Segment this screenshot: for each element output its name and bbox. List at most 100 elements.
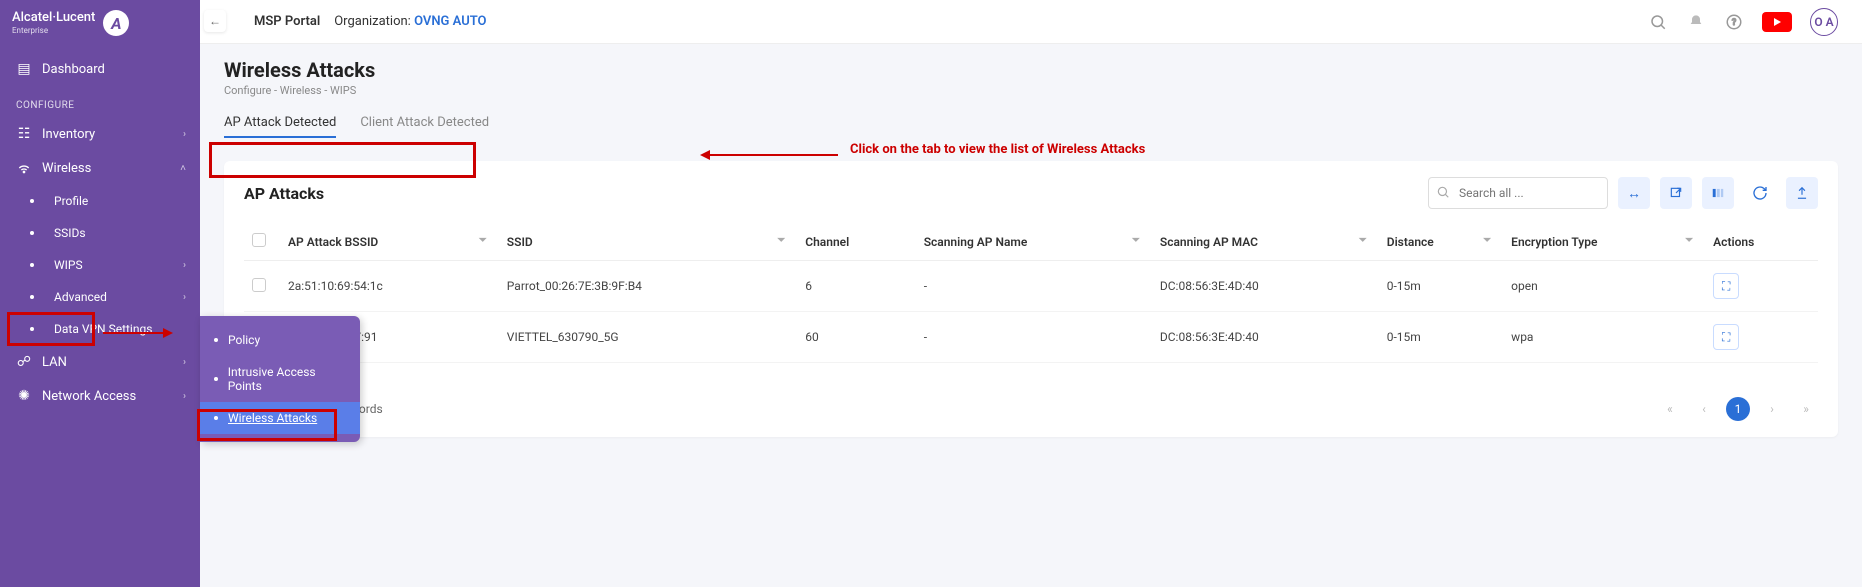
tab-client-attack-detected[interactable]: Client Attack Detected: [360, 109, 489, 138]
cell-channel: 6: [797, 261, 915, 312]
chevron-right-icon: ›: [183, 129, 186, 140]
tab-ap-attack-detected[interactable]: AP Attack Detected: [224, 109, 336, 138]
annotation-text: Click on the tab to view the list of Wir…: [850, 142, 1145, 159]
dashboard-icon: ▤: [16, 61, 32, 77]
card-ap-attacks: AP Attacks ↔: [224, 161, 1838, 437]
bullet-icon: [30, 199, 34, 203]
cell-enc: wpa: [1503, 312, 1705, 363]
chevron-right-icon: ›: [183, 391, 186, 402]
sidebar-item-profile[interactable]: Profile: [0, 185, 200, 217]
nav: ▤ Dashboard CONFIGURE ☷ Inventory › Wire…: [0, 46, 200, 419]
pager-first[interactable]: «: [1658, 397, 1682, 421]
cell-channel: 60: [797, 312, 915, 363]
chevron-right-icon: ›: [183, 357, 186, 368]
row-action-expand[interactable]: ⛶: [1713, 324, 1739, 350]
flyout-item-intrusive-ap[interactable]: Intrusive Access Points: [200, 356, 360, 402]
filter-icon[interactable]: ⏷: [1359, 235, 1367, 246]
filter-icon[interactable]: ⏷: [777, 235, 785, 246]
sidebar: Alcatel·Lucent Enterprise A ▤ Dashboard …: [0, 0, 200, 587]
pager-prev[interactable]: ‹: [1692, 397, 1716, 421]
org-name[interactable]: OVNG AUTO: [414, 14, 486, 29]
col-header: Scanning AP Name: [924, 235, 1028, 249]
cell-ap-name: -: [916, 261, 1152, 312]
search-icon[interactable]: [1648, 12, 1668, 32]
sidebar-item-inventory[interactable]: ☷ Inventory ›: [0, 117, 200, 151]
col-header: Scanning AP MAC: [1160, 235, 1258, 249]
card-title: AP Attacks: [244, 184, 324, 203]
chevron-right-icon: ›: [183, 260, 186, 271]
sidebar-item-lan[interactable]: ☍ LAN ›: [0, 345, 200, 379]
pager-next[interactable]: ›: [1760, 397, 1784, 421]
youtube-icon[interactable]: [1762, 12, 1792, 32]
bullet-icon: [214, 416, 218, 420]
cell-enc: open: [1503, 261, 1705, 312]
filter-icon[interactable]: ⏷: [1483, 235, 1491, 246]
select-all-checkbox[interactable]: [252, 233, 266, 247]
filter-icon[interactable]: ⏷: [1685, 235, 1693, 246]
tabs: AP Attack Detected Client Attack Detecte…: [224, 109, 1838, 139]
bullet-icon: [30, 327, 34, 331]
flyout-item-wireless-attacks[interactable]: Wireless Attacks: [200, 402, 360, 434]
sidebar-collapse-button[interactable]: ←: [204, 10, 226, 32]
table-row: 2a:51:10:69:54:1c Parrot_00:26:7E:3B:9F:…: [244, 261, 1818, 312]
pager-current[interactable]: 1: [1726, 397, 1750, 421]
sidebar-item-label: Dashboard: [42, 62, 105, 77]
refresh-button[interactable]: [1744, 177, 1776, 209]
page-title: Wireless Attacks: [224, 58, 1838, 82]
export-button[interactable]: [1660, 177, 1692, 209]
sidebar-item-wireless[interactable]: Wireless ˄: [0, 151, 200, 185]
sidebar-item-label: Wireless: [42, 161, 91, 176]
bullet-icon: [30, 263, 34, 267]
sidebar-item-label: LAN: [42, 355, 67, 370]
section-heading-configure: CONFIGURE: [0, 86, 200, 117]
table-footer: Showing 1 - 2 of 2 records « ‹ 1 › »: [244, 397, 1818, 421]
search-icon: [1436, 185, 1450, 203]
annotation-arrow-tabs: [700, 150, 838, 160]
sidebar-item-label: SSIDs: [54, 226, 86, 240]
sidebar-item-advanced[interactable]: Advanced ›: [0, 281, 200, 313]
sidebar-item-dashboard[interactable]: ▤ Dashboard: [0, 52, 200, 86]
sidebar-item-label: Advanced: [54, 290, 107, 304]
brand-sub: Enterprise: [12, 26, 95, 35]
sidebar-item-data-vpn[interactable]: Data VPN Settings: [0, 313, 200, 345]
col-header: Channel: [805, 235, 849, 249]
col-header: SSID: [507, 235, 533, 249]
sidebar-item-label: WIPS: [54, 258, 83, 272]
attacks-table: AP Attack BSSID ⏷ SSID ⏷ Channel Scanning …: [244, 223, 1818, 363]
col-header: AP Attack BSSID: [288, 235, 378, 249]
cell-distance: 0-15m: [1379, 312, 1503, 363]
chevron-right-icon: ›: [183, 292, 186, 303]
pager-last[interactable]: »: [1794, 397, 1818, 421]
portal-title: MSP Portal: [254, 14, 320, 29]
search-input[interactable]: [1428, 177, 1608, 209]
flyout-item-label: Policy: [228, 333, 260, 347]
brand-logo: Alcatel·Lucent Enterprise A: [0, 0, 200, 46]
row-action-expand[interactable]: ⛶: [1713, 273, 1739, 299]
columns-button[interactable]: [1702, 177, 1734, 209]
filter-icon[interactable]: ⏷: [1132, 235, 1140, 246]
sidebar-item-ssids[interactable]: SSIDs: [0, 217, 200, 249]
bell-icon[interactable]: [1686, 12, 1706, 32]
lan-icon: ☍: [16, 354, 32, 370]
flyout-item-label: Intrusive Access Points: [228, 365, 346, 393]
bullet-icon: [30, 231, 34, 235]
avatar[interactable]: O A: [1810, 8, 1838, 36]
flyout-item-policy[interactable]: Policy: [200, 324, 360, 356]
sidebar-item-wips[interactable]: WIPS ›: [0, 249, 200, 281]
fit-columns-button[interactable]: ↔: [1618, 177, 1650, 209]
wips-submenu: Policy Intrusive Access Points Wireless …: [200, 316, 360, 442]
main: Wireless Attacks Configure - Wireless - …: [200, 44, 1862, 587]
upload-button[interactable]: [1786, 177, 1818, 209]
filter-icon[interactable]: ⏷: [479, 235, 487, 246]
help-icon[interactable]: ?: [1724, 12, 1744, 32]
col-header: Actions: [1713, 235, 1754, 249]
table-row: c6:eb:ff:73:07:91 VIETTEL_630790_5G 60 -…: [244, 312, 1818, 363]
cell-distance: 0-15m: [1379, 261, 1503, 312]
row-checkbox[interactable]: [252, 278, 266, 292]
sidebar-item-label: Inventory: [42, 127, 95, 142]
chevron-up-icon: ˄: [180, 163, 186, 174]
svg-text:?: ?: [1732, 18, 1736, 28]
brand-name: Alcatel·Lucent: [12, 11, 95, 25]
sidebar-item-network-access[interactable]: ✺ Network Access ›: [0, 379, 200, 413]
search-box: [1428, 177, 1608, 209]
